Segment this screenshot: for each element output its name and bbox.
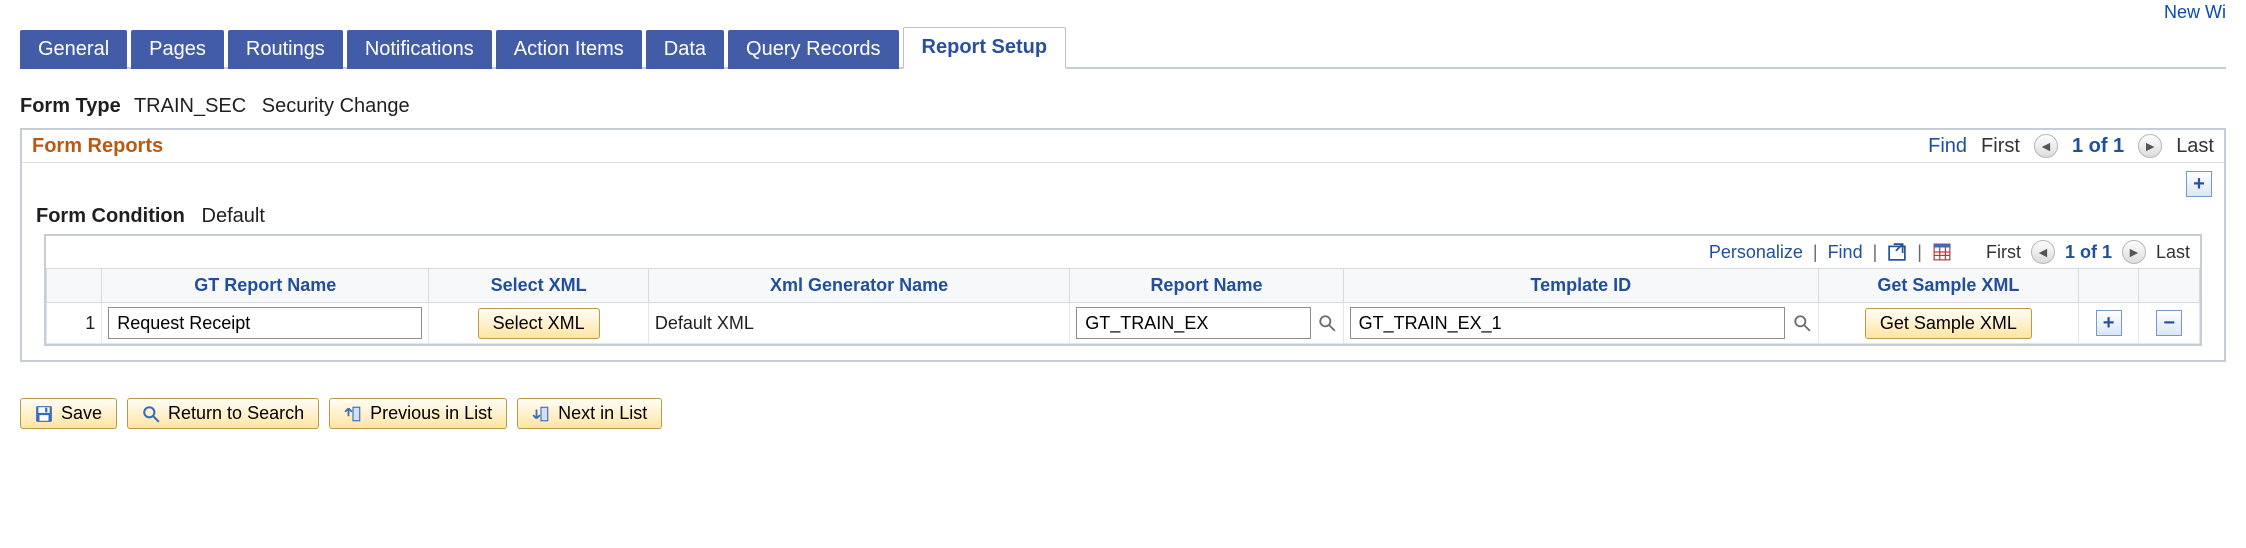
col-del bbox=[2139, 269, 2200, 303]
add-row-button[interactable]: + bbox=[2096, 310, 2122, 336]
select-xml-button[interactable]: Select XML bbox=[478, 308, 600, 339]
section-nav-first: First bbox=[1981, 135, 2020, 158]
action-toolbar: Save Return to Search Previous in List N… bbox=[20, 398, 2226, 429]
save-button[interactable]: Save bbox=[20, 398, 117, 429]
tab-routings[interactable]: Routings bbox=[228, 30, 343, 69]
row-number: 1 bbox=[47, 303, 102, 344]
report-name-input[interactable] bbox=[1076, 307, 1311, 339]
grid-last-label: Last bbox=[2156, 242, 2190, 263]
template-id-lookup[interactable] bbox=[1791, 312, 1812, 334]
chevron-left-icon: ◄ bbox=[2036, 244, 2050, 260]
tab-action-items[interactable]: Action Items bbox=[496, 30, 642, 69]
return-to-search-button[interactable]: Return to Search bbox=[127, 398, 319, 429]
arrow-up-icon bbox=[344, 405, 362, 423]
tab-general[interactable]: General bbox=[20, 30, 127, 69]
chevron-right-icon: ► bbox=[2143, 138, 2157, 154]
separator: | bbox=[1873, 242, 1878, 263]
col-template-id[interactable]: Template ID bbox=[1343, 269, 1818, 303]
spreadsheet-icon bbox=[1933, 243, 1951, 261]
tab-strip: General Pages Routings Notifications Act… bbox=[20, 25, 2226, 69]
form-condition-value: Default bbox=[202, 205, 265, 227]
section-find-link[interactable]: Find bbox=[1928, 135, 1967, 158]
section-nav: Find First ◄ 1 of 1 ► Last bbox=[1928, 134, 2214, 158]
plus-icon: + bbox=[2193, 173, 2205, 196]
new-window-link[interactable]: New Wi bbox=[20, 0, 2226, 23]
grid-header-row: GT Report Name Select XML Xml Generator … bbox=[47, 269, 2200, 303]
tab-pages[interactable]: Pages bbox=[131, 30, 224, 69]
section-counter: 1 of 1 bbox=[2072, 135, 2124, 158]
section-title-bar: Form Reports Find First ◄ 1 of 1 ► Last bbox=[22, 130, 2224, 163]
grid-counter: 1 of 1 bbox=[2065, 242, 2112, 263]
template-id-input[interactable] bbox=[1350, 307, 1786, 339]
delete-row-button[interactable]: − bbox=[2156, 310, 2182, 336]
magnifier-icon bbox=[1793, 314, 1811, 332]
get-sample-xml-button[interactable]: Get Sample XML bbox=[1865, 308, 2032, 339]
popup-icon bbox=[1888, 243, 1906, 261]
col-get-sample[interactable]: Get Sample XML bbox=[1818, 269, 2078, 303]
col-select-xml[interactable]: Select XML bbox=[429, 269, 648, 303]
magnifier-icon bbox=[1318, 314, 1336, 332]
form-type-row: Form Type TRAIN_SEC Security Change bbox=[20, 95, 2226, 118]
zoom-grid-icon[interactable] bbox=[1887, 242, 1907, 262]
col-report-name[interactable]: Report Name bbox=[1070, 269, 1343, 303]
download-grid-icon[interactable] bbox=[1932, 242, 1952, 262]
grid-next-button[interactable]: ► bbox=[2122, 240, 2146, 264]
grid-nav-bar: Personalize | Find | | First ◄ 1 of 1 ► … bbox=[46, 236, 2200, 268]
search-icon bbox=[142, 405, 160, 423]
col-xml-gen-name[interactable]: Xml Generator Name bbox=[648, 269, 1069, 303]
form-reports-section: Form Reports Find First ◄ 1 of 1 ► Last … bbox=[20, 128, 2226, 362]
tab-data[interactable]: Data bbox=[646, 30, 724, 69]
tab-notifications[interactable]: Notifications bbox=[347, 30, 492, 69]
gt-report-name-input[interactable] bbox=[108, 307, 422, 339]
chevron-right-icon: ► bbox=[2127, 244, 2141, 260]
arrow-down-icon bbox=[532, 405, 550, 423]
form-condition-label: Form Condition bbox=[36, 205, 185, 227]
prev-label: Previous in List bbox=[370, 403, 492, 424]
grid-personalize-link[interactable]: Personalize bbox=[1709, 242, 1803, 263]
col-add bbox=[2078, 269, 2139, 303]
next-in-list-button[interactable]: Next in List bbox=[517, 398, 662, 429]
add-row-section-button[interactable]: + bbox=[2186, 171, 2212, 197]
save-label: Save bbox=[61, 403, 102, 424]
col-gt-report-name[interactable]: GT Report Name bbox=[102, 269, 429, 303]
section-nav-last: Last bbox=[2176, 135, 2214, 158]
form-condition-row: Form Condition Default bbox=[22, 197, 2224, 234]
grid-prev-button[interactable]: ◄ bbox=[2031, 240, 2055, 264]
grid-find-link[interactable]: Find bbox=[1828, 242, 1863, 263]
tab-report-setup[interactable]: Report Setup bbox=[903, 27, 1067, 69]
form-type-label: Form Type bbox=[20, 95, 121, 117]
return-label: Return to Search bbox=[168, 403, 304, 424]
next-label: Next in List bbox=[558, 403, 647, 424]
section-next-button[interactable]: ► bbox=[2138, 134, 2162, 158]
report-grid-table: GT Report Name Select XML Xml Generator … bbox=[46, 268, 2200, 344]
form-type-desc: Security Change bbox=[262, 95, 410, 117]
plus-icon: + bbox=[2103, 312, 2115, 335]
minus-icon: − bbox=[2163, 312, 2175, 335]
form-type-code: TRAIN_SEC bbox=[134, 95, 246, 117]
grid-first-label: First bbox=[1986, 242, 2021, 263]
previous-in-list-button[interactable]: Previous in List bbox=[329, 398, 507, 429]
report-name-lookup[interactable] bbox=[1317, 312, 1337, 334]
save-icon bbox=[35, 405, 53, 423]
separator: | bbox=[1917, 242, 1922, 263]
chevron-left-icon: ◄ bbox=[2039, 138, 2053, 154]
inner-grid: Personalize | Find | | First ◄ 1 of 1 ► … bbox=[44, 234, 2202, 346]
col-rownum bbox=[47, 269, 102, 303]
separator: | bbox=[1813, 242, 1818, 263]
section-title: Form Reports bbox=[32, 135, 163, 158]
table-row: 1 Select XML Default XML bbox=[47, 303, 2200, 344]
section-prev-button[interactable]: ◄ bbox=[2034, 134, 2058, 158]
tab-query-records[interactable]: Query Records bbox=[728, 30, 899, 69]
xml-generator-name: Default XML bbox=[648, 303, 1069, 344]
